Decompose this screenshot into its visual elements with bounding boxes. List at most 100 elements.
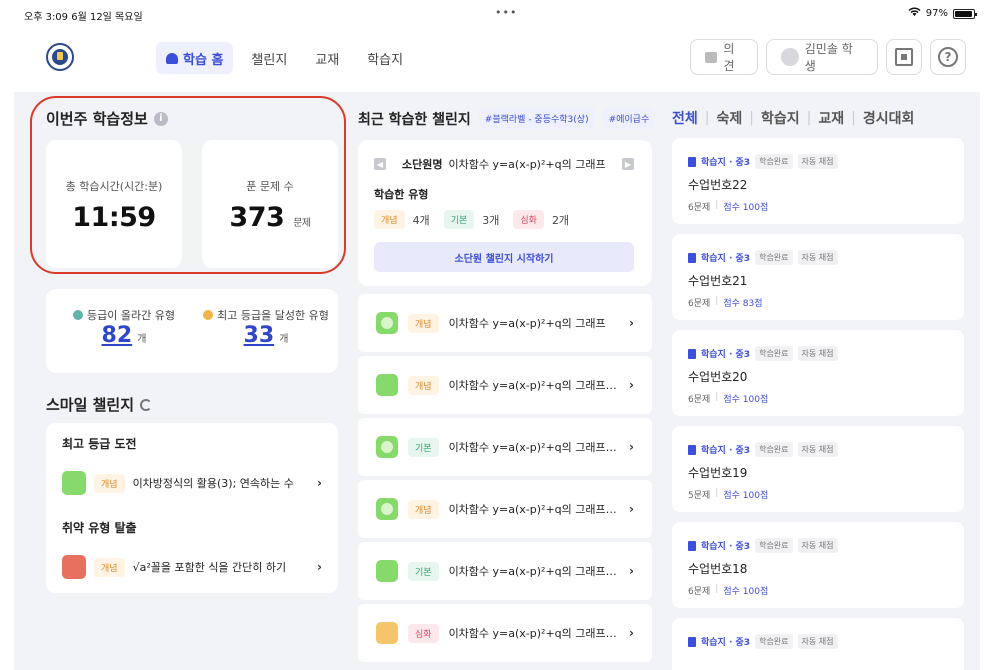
hw-name: 수업번호22 <box>688 178 748 192</box>
grade-stats-card: 등급이 올라간 유형 82 개 최고 등급을 달성한 유형 33 개 <box>46 289 338 373</box>
nav-tabs: 학습 홈 챌린지 교재 학습지 <box>156 42 413 74</box>
challenge-item[interactable]: 기본 이차함수 y=a(x-p)²+q의 그래프가... › <box>358 542 652 600</box>
separator: | <box>851 110 856 126</box>
orange-dot-icon <box>203 310 214 320</box>
type-tag: 개념 <box>94 473 125 493</box>
tab-challenge[interactable]: 챌린지 <box>241 42 297 74</box>
filter-worksheet[interactable]: 학습지 <box>761 108 800 128</box>
hw-meta: 5문제 | 점수 100점 <box>688 488 768 501</box>
chat-icon <box>705 51 718 63</box>
status-badge: 학습완료 <box>755 250 793 265</box>
homework-card[interactable]: 학습지 · 중3 학습완료 자동 채점 수업번호20 6문제 | 점수 100점 <box>672 330 964 416</box>
hw-subject: 학습지 · 중3 <box>701 638 751 648</box>
green-swatch <box>376 374 398 396</box>
hw-score: 점수 100점 <box>723 395 769 405</box>
smile-item-top-grade[interactable]: 개념 이차방정식의 활용(3); 연속하는 수 › <box>62 471 322 495</box>
grade-top-label-row: 최고 등급을 달성한 유형 <box>196 307 336 323</box>
school-logo-icon[interactable] <box>46 43 74 71</box>
hw-meta: 6문제 | 점수 100점 <box>688 200 768 213</box>
homework-card[interactable]: 학습지 · 중3 학습완료 자동 채점 수업번호21 6문제 | 점수 83점 <box>672 234 964 320</box>
hw-meta: 6문제 | 점수 83점 <box>688 296 763 309</box>
tab-textbook[interactable]: 교재 <box>305 42 349 74</box>
homework-card[interactable]: 학습지 · 중3 학습완료 자동 채점 수업번호19 5문제 | 점수 100점 <box>672 426 964 512</box>
challenge-item[interactable]: 개념 이차함수 y=a(x-p)²+q의 그래프 › <box>358 294 652 352</box>
avatar <box>781 48 799 66</box>
tab-label: 학습지 <box>367 52 404 68</box>
tab-worksheet[interactable]: 학습지 <box>357 42 413 74</box>
hw-subject: 학습지 · 중3 <box>701 446 751 456</box>
grading-badge: 자동 채점 <box>797 346 838 361</box>
homework-card[interactable]: 학습지 · 중3 학습완료 자동 채점 수업번호22 6문제 | 점수 100점 <box>672 138 964 224</box>
book-pill[interactable]: #블랙라벨 - 중등수학3(상) <box>478 108 595 129</box>
group-top-grade-title: 최고 등급 도전 <box>62 437 137 451</box>
weekly-info-title: 이번주 학습정보 i <box>46 108 168 129</box>
document-icon <box>688 252 696 263</box>
hw-header: 학습지 · 중3 학습완료 자동 채점 <box>688 250 838 265</box>
tab-learning-home[interactable]: 학습 홈 <box>156 42 234 74</box>
status-badge: 학습완료 <box>755 154 793 169</box>
solved-unit: 문제 <box>293 218 311 229</box>
green-smile-icon <box>376 312 398 334</box>
solved-problems-card: 푼 문제 수 373 문제 <box>202 140 338 268</box>
hw-header: 학습지 · 중3 학습완료 자동 채점 <box>688 154 838 169</box>
grade-top-unit: 개 <box>279 334 289 345</box>
smile-item-weak-type[interactable]: 개념 √a²꼴을 포함한 식을 간단히 하기 › <box>62 555 322 579</box>
grade-up-value[interactable]: 82 <box>102 323 133 348</box>
separator: | <box>715 584 719 594</box>
filter-all[interactable]: 전체 <box>672 108 698 128</box>
document-icon <box>688 156 696 167</box>
document-icon <box>688 444 696 455</box>
qr-scan-icon <box>895 48 913 66</box>
type-tag: 개념 <box>94 557 125 577</box>
orange-swatch <box>376 622 398 644</box>
item-text: 이차함수 y=a(x-p)²+q의 그래프가... <box>448 565 620 578</box>
grade-up-value-row: 82 개 <box>54 323 194 348</box>
grade-up-column[interactable]: 등급이 올라간 유형 82 개 <box>54 307 194 348</box>
filter-textbook[interactable]: 교재 <box>818 108 844 128</box>
grading-badge: 자동 채점 <box>797 538 838 553</box>
start-unit-challenge-button[interactable]: 소단원 챌린지 시작하기 <box>374 242 634 272</box>
status-bar: 오후 3:09 6월 12일 목요일 ••• 97% <box>0 0 993 26</box>
grade-top-value[interactable]: 33 <box>244 323 275 348</box>
challenge-item[interactable]: 개념 이차함수 y=a(x-p)²+q의 그래프의... › <box>358 356 652 414</box>
home-icon <box>166 52 178 64</box>
grade-up-label: 등급이 올라간 유형 <box>87 309 175 322</box>
homework-card[interactable]: 학습지 · 중3 학습완료 자동 채점 <box>672 618 964 670</box>
feedback-button[interactable]: 의견 <box>690 39 758 75</box>
info-icon[interactable]: i <box>153 111 168 126</box>
document-icon <box>688 636 696 647</box>
refresh-icon[interactable] <box>140 398 153 411</box>
header-actions: 의견 김민솔 학생 ? <box>690 39 966 75</box>
filter-contest[interactable]: 경시대회 <box>863 108 915 128</box>
deep-tag: 심화 <box>513 210 544 229</box>
multitask-dots[interactable]: ••• <box>495 6 517 19</box>
recent-title: 최근 학습한 챌린지 <box>358 111 471 128</box>
homework-card[interactable]: 학습지 · 중3 학습완료 자동 채점 수업번호18 6문제 | 점수 100점 <box>672 522 964 608</box>
book-pill[interactable]: #에이급수 <box>602 108 654 129</box>
prev-arrow-icon[interactable]: ◀ <box>374 158 386 170</box>
green-smile-icon <box>376 498 398 520</box>
red-swatch <box>62 555 86 579</box>
unit-navigator: ◀ 소단원명 이차함수 y=a(x-p)²+q의 그래프 ▶ <box>374 156 634 172</box>
status-time: 오후 3:09 6월 12일 목요일 <box>24 12 143 23</box>
challenge-item[interactable]: 기본 이차함수 y=a(x-p)²+q의 그래프의... › <box>358 418 652 476</box>
smile-challenge-card: 최고 등급 도전 개념 이차방정식의 활용(3); 연속하는 수 › 취약 유형… <box>46 423 338 593</box>
next-arrow-icon[interactable]: ▶ <box>622 158 634 170</box>
item-text: 이차함수 y=a(x-p)²+q의 그래프가... <box>448 627 620 640</box>
separator: | <box>749 110 754 126</box>
tab-label: 학습 홈 <box>183 52 224 68</box>
challenge-item[interactable]: 심화 이차함수 y=a(x-p)²+q의 그래프가... › <box>358 604 652 662</box>
deep-count: 2개 <box>551 213 570 227</box>
help-button[interactable]: ? <box>930 39 966 75</box>
item-text: 이차방정식의 활용(3); 연속하는 수 <box>132 477 294 490</box>
hw-name: 수업번호21 <box>688 274 748 288</box>
item-text: 이차함수 y=a(x-p)²+q의 그래프가... <box>448 503 620 516</box>
qr-scan-button[interactable] <box>886 39 922 75</box>
concept-tag: 개념 <box>374 210 405 229</box>
challenge-item[interactable]: 개념 이차함수 y=a(x-p)²+q의 그래프가... › <box>358 480 652 538</box>
filter-homework[interactable]: 숙제 <box>716 108 742 128</box>
basic-count: 3개 <box>482 213 500 227</box>
user-profile-button[interactable]: 김민솔 학생 <box>766 39 878 75</box>
grade-top-column[interactable]: 최고 등급을 달성한 유형 33 개 <box>196 307 336 348</box>
separator: | <box>806 110 812 126</box>
